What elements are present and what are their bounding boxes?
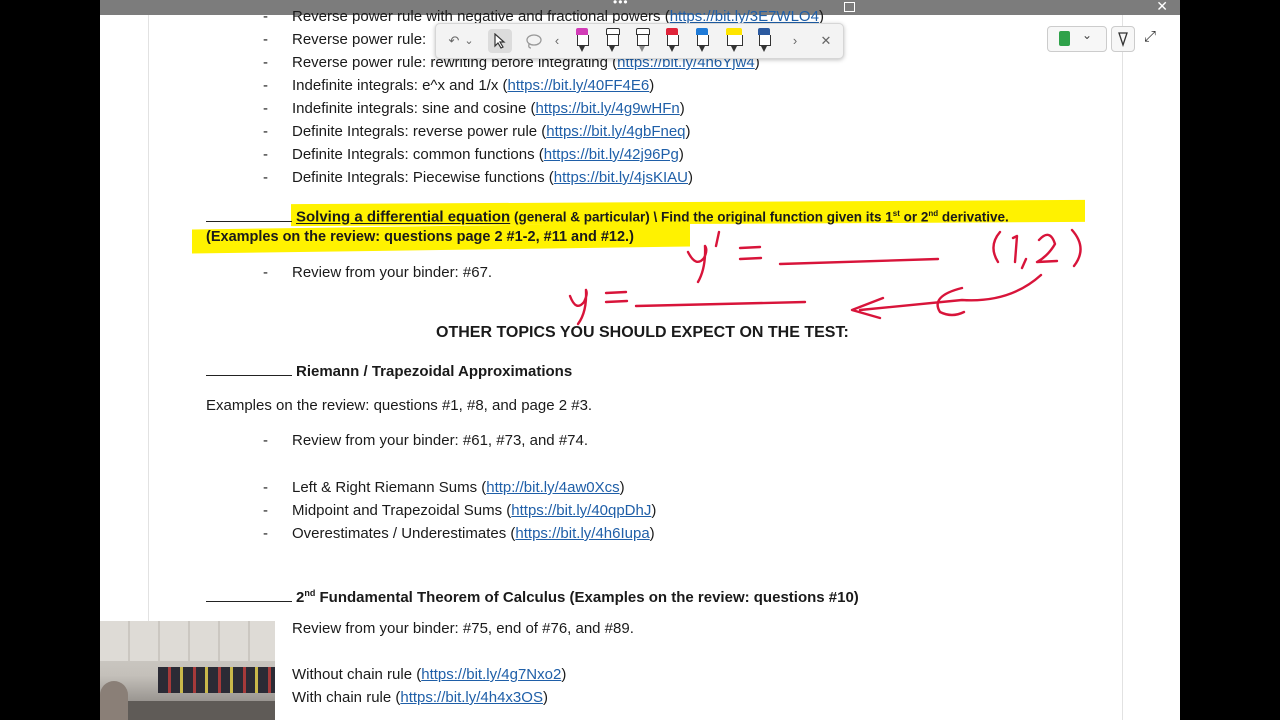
ink-equals-2 [604,290,629,304]
ink-arrow [850,273,1043,320]
list-link[interactable]: http://bit.ly/4aw0Xcs [486,479,619,496]
ink-blank-line-2 [634,300,807,308]
bullet-dash: - [263,525,268,542]
ink-equals-1 [738,245,763,261]
ftc-binder: Review from your binder: #75, end of #76… [292,620,634,637]
ink-paren-open [992,230,1002,264]
bullet-dash: - [263,479,268,496]
list-item: With chain rule (https://bit.ly/4h4x3OS) [292,689,548,706]
list-link[interactable]: https://bit.ly/4h6Iupa [515,525,649,542]
webcam-ceiling [100,621,275,661]
ink-prime-mark [714,230,721,248]
ink-y-prime-letter [686,244,708,284]
riemann-binder: Review from your binder: #61, #73, and #… [292,432,589,449]
bullet-dash: - [263,502,268,519]
ink-paren-close [1070,228,1082,268]
riemann-examples: Examples on the review: questions #1, #8… [206,397,593,414]
checkbox-blank [206,361,292,376]
ink-digit-one [1011,234,1019,264]
ftc-heading: 2nd Fundamental Theorem of Calculus (Exa… [206,584,859,607]
list-link[interactable]: https://bit.ly/4g7Nxo2 [421,666,561,683]
riemann-heading: Riemann / Trapezoidal Approximations [206,361,572,381]
list-item: Left & Right Riemann Sums (http://bit.ly… [292,479,625,496]
list-item: Overestimates / Underestimates (https://… [292,525,655,542]
ink-comma [1020,257,1028,270]
bullet-dash: - [263,432,268,449]
list-item: Midpoint and Trapezoidal Sums (https://b… [292,502,657,519]
ink-y-letter [568,288,588,326]
list-link[interactable]: https://bit.ly/40qpDhJ [511,502,651,519]
handwritten-ink [568,228,1082,326]
ink-blank-line-1 [778,257,940,266]
webcam-posters [158,667,275,693]
list-item: Without chain rule (https://bit.ly/4g7Nx… [292,666,567,683]
ink-digit-two [1035,233,1059,264]
other-topics-heading: OTHER TOPICS YOU SHOULD EXPECT ON THE TE… [436,324,849,341]
checkbox-blank [206,587,292,602]
webcam-person [100,681,128,720]
onenote-page: ••• ✕ - Reverse power rule with negative… [100,0,1180,720]
webcam-feed [100,621,275,720]
list-link[interactable]: https://bit.ly/4h4x3OS [400,689,543,706]
